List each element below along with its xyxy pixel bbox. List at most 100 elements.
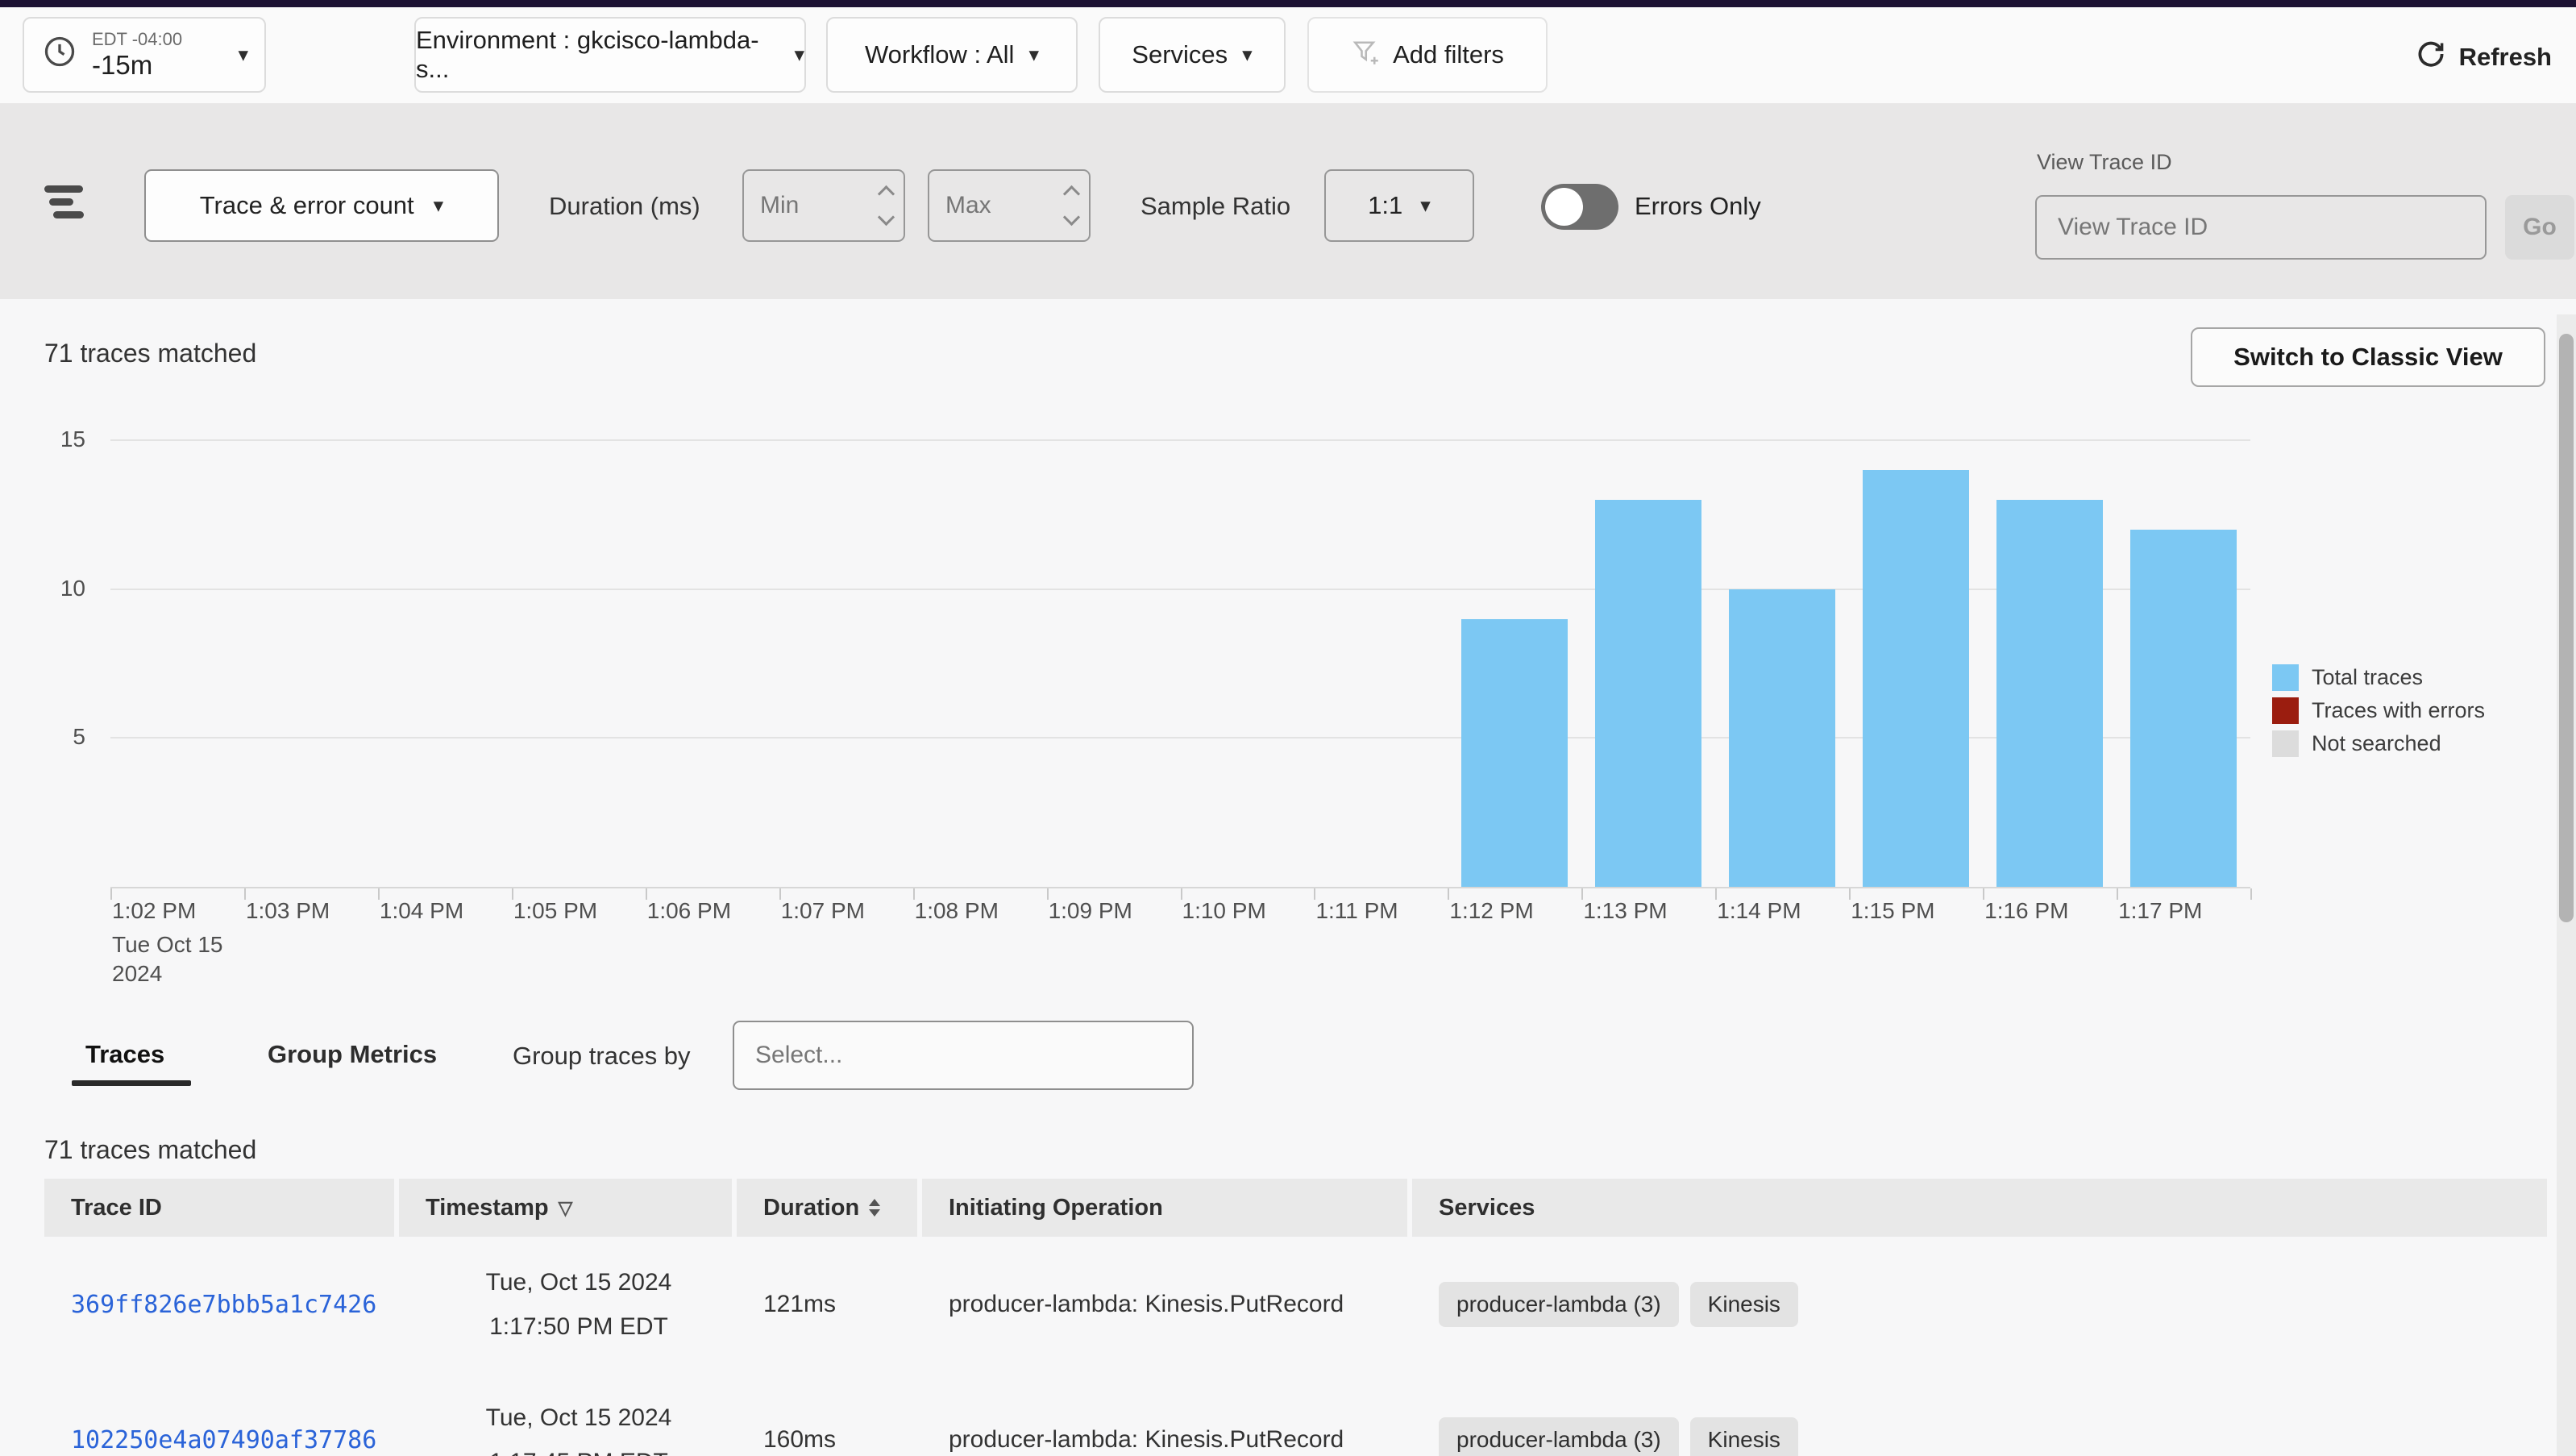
sample-ratio-label: Sample Ratio [1141, 192, 1290, 221]
stepper-arrows-icon[interactable] [880, 171, 892, 240]
trace-id-link[interactable]: 369ff826e7bbb5a1c7426 [71, 1291, 376, 1319]
chart-bar [2130, 530, 2237, 887]
x-axis-tick [2117, 888, 2118, 900]
traces-matched-count: 71 traces matched [44, 339, 256, 368]
trace-id-link[interactable]: 102250e4a07490af37786 [71, 1426, 376, 1454]
x-axis-date-line2: 2024 [112, 961, 162, 987]
x-axis-label: 1:03 PM [246, 898, 330, 924]
services-filter[interactable]: Services ▾ [1099, 17, 1286, 93]
service-badge[interactable]: producer-lambda (3) [1439, 1417, 1679, 1456]
workflow-filter[interactable]: Workflow : All ▾ [826, 17, 1078, 93]
environment-filter[interactable]: Environment : gkcisco-lambda-s... ▾ [414, 17, 806, 93]
y-gridline [110, 439, 2250, 441]
x-axis-tick [2250, 888, 2252, 900]
x-axis-tick [646, 888, 647, 900]
legend-swatch [2272, 697, 2299, 724]
refresh-icon [2416, 39, 2446, 76]
x-axis-label: 1:04 PM [380, 898, 463, 924]
sort-both-icon [869, 1199, 880, 1217]
y-axis-label: 5 [24, 724, 85, 750]
x-axis-tick [1983, 888, 1984, 900]
initiating-operation-cell: producer-lambda: Kinesis.PutRecord [922, 1372, 1407, 1456]
x-axis-tick [378, 888, 380, 900]
scrollbar[interactable] [2557, 314, 2576, 1456]
legend-swatch [2272, 730, 2299, 757]
x-axis-tick [244, 888, 246, 900]
timestamp-cell: Tue, Oct 15 2024 1:17:45 PM EDT [399, 1372, 732, 1456]
switch-to-classic-view-button[interactable]: Switch to Classic View [2191, 327, 2545, 387]
x-axis-label: 1:12 PM [1449, 898, 1533, 924]
add-filters-button[interactable]: Add filters [1307, 17, 1548, 93]
tab-traces[interactable]: Traces [85, 1040, 164, 1069]
sort-desc-icon: ▽ [559, 1197, 573, 1219]
x-axis-tick [1849, 888, 1851, 900]
x-axis-tick [1448, 888, 1449, 900]
errors-only-label: Errors Only [1635, 192, 1761, 221]
column-header-services[interactable]: Services [1412, 1179, 2547, 1237]
chevron-down-icon: ▾ [238, 45, 248, 65]
tab-group-metrics[interactable]: Group Metrics [268, 1040, 437, 1069]
chart-bar [1863, 470, 1969, 887]
duration-max-stepper[interactable] [928, 169, 1091, 242]
y-gridline [110, 737, 2250, 738]
chevron-down-icon: ▾ [794, 45, 804, 65]
x-axis-date-line1: Tue Oct 15 [112, 932, 222, 958]
chevron-down-icon: ▾ [434, 196, 444, 216]
x-axis-tick [512, 888, 513, 900]
sample-ratio-dropdown[interactable]: 1:1 ▾ [1324, 169, 1474, 242]
x-axis-label: 1:15 PM [1851, 898, 1934, 924]
refresh-button[interactable]: Refresh [2416, 36, 2552, 78]
duration-label: Duration (ms) [549, 192, 700, 221]
toggle-knob [1545, 188, 1583, 226]
group-traces-by-select[interactable] [733, 1021, 1194, 1090]
service-badge[interactable]: Kinesis [1690, 1417, 1798, 1456]
go-button[interactable]: Go [2505, 195, 2574, 260]
stepper-arrows-icon[interactable] [1066, 171, 1078, 240]
y-axis-label: 15 [24, 426, 85, 452]
view-trace-id-input[interactable] [2035, 195, 2487, 260]
chart-bar [1729, 589, 1835, 887]
active-tab-indicator [72, 1080, 191, 1086]
chevron-down-icon: ▾ [1420, 196, 1431, 216]
duration-cell: 121ms [737, 1237, 917, 1372]
trace-analyzer-screen: EDT -04:00 -15m ▾ Environment : gkcisco-… [0, 0, 2576, 1456]
chart-bar [1595, 500, 1701, 887]
service-badge[interactable]: producer-lambda (3) [1439, 1282, 1679, 1327]
time-range-picker[interactable]: EDT -04:00 -15m ▾ [23, 17, 266, 93]
x-axis-tick [913, 888, 915, 900]
column-header-duration[interactable]: Duration [737, 1179, 917, 1237]
metric-type-label: Trace & error count [200, 191, 414, 220]
x-axis-label: 1:14 PM [1717, 898, 1801, 924]
chart-settings-icon[interactable] [44, 185, 93, 219]
chart-bar [1461, 619, 1568, 887]
x-axis-label: 1:17 PM [2118, 898, 2202, 924]
metric-type-dropdown[interactable]: Trace & error count ▾ [144, 169, 499, 242]
x-axis-tick [1715, 888, 1717, 900]
legend-label: Total traces [2312, 665, 2423, 690]
x-axis-tick [1314, 888, 1315, 900]
chevron-down-icon: ▾ [1242, 45, 1253, 65]
top-accent-strip [0, 0, 2576, 7]
initiating-operation-cell: producer-lambda: Kinesis.PutRecord [922, 1237, 1407, 1372]
service-badge[interactable]: Kinesis [1690, 1282, 1798, 1327]
column-header-trace-id[interactable]: Trace ID [44, 1179, 394, 1237]
x-axis-label: 1:08 PM [915, 898, 999, 924]
scrollbar-thumb[interactable] [2559, 334, 2574, 922]
errors-only-toggle[interactable] [1541, 184, 1618, 230]
x-axis-tick [1181, 888, 1182, 900]
x-axis-label: 1:02 PM [112, 898, 196, 924]
sample-ratio-value: 1:1 [1368, 191, 1402, 220]
group-traces-by-label: Group traces by [513, 1042, 691, 1071]
x-axis-tick [1047, 888, 1049, 900]
services-filter-label: Services [1132, 40, 1228, 69]
x-axis-line [110, 887, 2250, 888]
duration-min-stepper[interactable] [742, 169, 905, 242]
duration-max-input[interactable] [929, 171, 1058, 240]
duration-min-input[interactable] [744, 171, 873, 240]
column-header-timestamp[interactable]: Timestamp ▽ [399, 1179, 732, 1237]
column-header-initiating-operation[interactable]: Initiating Operation [922, 1179, 1407, 1237]
filter-bar: EDT -04:00 -15m ▾ Environment : gkcisco-… [0, 7, 2576, 103]
group-traces-by-input[interactable] [734, 1022, 1192, 1088]
legend-item: Not searched [2272, 730, 2485, 757]
chart-bar [1996, 500, 2103, 887]
